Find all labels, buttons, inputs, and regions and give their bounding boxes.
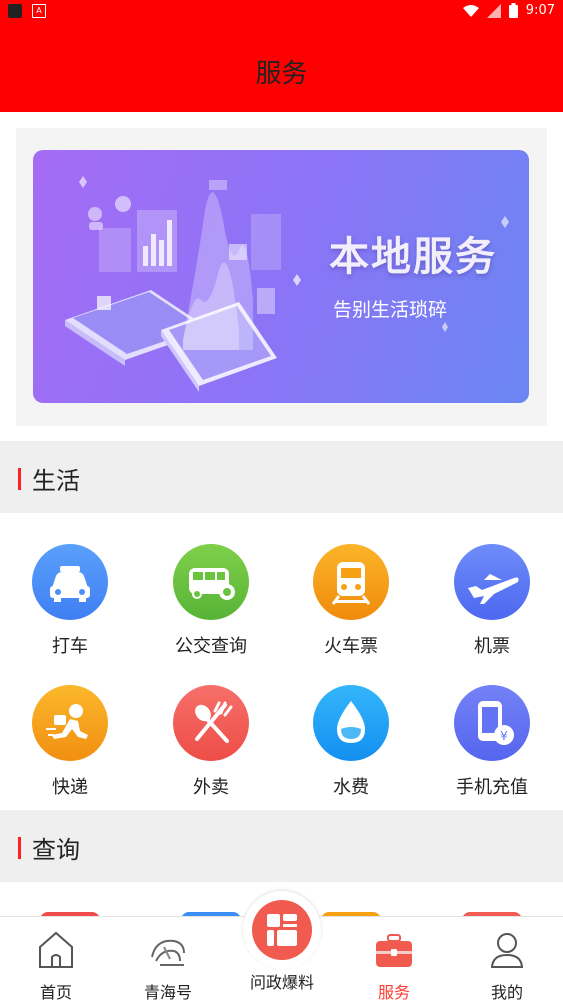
phone-recharge-icon: ¥ <box>454 685 530 761</box>
user-icon <box>490 933 524 968</box>
water-drop-icon <box>313 685 389 761</box>
page-header: 服务 <box>0 24 563 112</box>
service-train-ticket[interactable]: 火车票 <box>281 544 421 658</box>
battery-icon <box>508 3 518 18</box>
service-label: 水费 <box>333 777 369 798</box>
briefcase-icon <box>376 934 412 967</box>
service-phone-recharge[interactable]: ¥ 手机充值 <box>422 685 562 799</box>
signal-icon <box>486 3 501 18</box>
banner-container: 本地服务 告别生活琐碎 <box>16 128 547 426</box>
service-courier[interactable]: 快递 <box>0 685 140 799</box>
local-service-banner[interactable]: 本地服务 告别生活琐碎 <box>33 150 529 403</box>
service-takeout[interactable]: 外卖 <box>141 685 281 799</box>
service-label: 手机充值 <box>456 777 528 798</box>
train-icon <box>313 544 389 620</box>
tab-qinghai[interactable]: 青海号 <box>112 917 224 1003</box>
svg-text:¥: ¥ <box>500 729 508 743</box>
service-label: 火车票 <box>324 636 378 657</box>
tab-mine[interactable]: 我的 <box>451 917 563 1003</box>
tab-label: 首页 <box>39 983 72 1002</box>
notification-a-icon: A <box>32 4 46 18</box>
report-icon <box>252 900 312 960</box>
home-icon <box>39 931 73 968</box>
section-header-query: 查询 <box>0 810 563 882</box>
airplane-icon <box>454 544 530 620</box>
banner-title: 本地服务 <box>329 234 497 280</box>
bus-icon <box>173 544 249 620</box>
service-label: 机票 <box>474 636 510 657</box>
tab-label: 我的 <box>490 983 523 1002</box>
page-title: 服务 <box>255 59 308 89</box>
section-accent-bar <box>18 837 21 859</box>
bottom-tab-bar: 首页 青海号 问政爆料 服务 我的 <box>0 891 563 1003</box>
service-water-bill[interactable]: 水费 <box>281 685 421 799</box>
section-header-life: 生活 <box>0 441 563 513</box>
service-label: 快递 <box>52 777 88 798</box>
life-services-grid: 打车 公交查询 火车票 机票 快递 外卖 水费 ¥ 手机充值 <box>0 544 563 804</box>
section-accent-bar <box>18 468 21 490</box>
taxi-icon <box>32 544 108 620</box>
tab-label: 服务 <box>377 983 410 1002</box>
app-notification-icon <box>8 4 22 18</box>
tab-label-report[interactable]: 问政爆料 <box>232 969 332 993</box>
service-label: 公交查询 <box>175 636 247 657</box>
tab-label: 青海号 <box>143 983 192 1002</box>
fork-spoon-icon <box>173 685 249 761</box>
qinghai-logo-icon <box>151 939 185 966</box>
service-flight-ticket[interactable]: 机票 <box>422 544 562 658</box>
status-time: 9:07 <box>525 3 555 18</box>
service-label: 打车 <box>52 636 88 657</box>
status-bar: A 9:07 <box>0 0 563 24</box>
wifi-icon <box>462 4 479 17</box>
section-title-query: 查询 <box>32 836 80 864</box>
tab-service[interactable]: 服务 <box>338 917 450 1003</box>
courier-icon <box>32 685 108 761</box>
report-center-button[interactable] <box>243 891 321 969</box>
service-taxi[interactable]: 打车 <box>0 544 140 658</box>
service-label: 外卖 <box>193 777 229 798</box>
service-bus-query[interactable]: 公交查询 <box>141 544 281 658</box>
tab-home[interactable]: 首页 <box>0 917 112 1003</box>
section-title-life: 生活 <box>32 467 80 495</box>
banner-subtitle: 告别生活琐碎 <box>333 299 448 321</box>
